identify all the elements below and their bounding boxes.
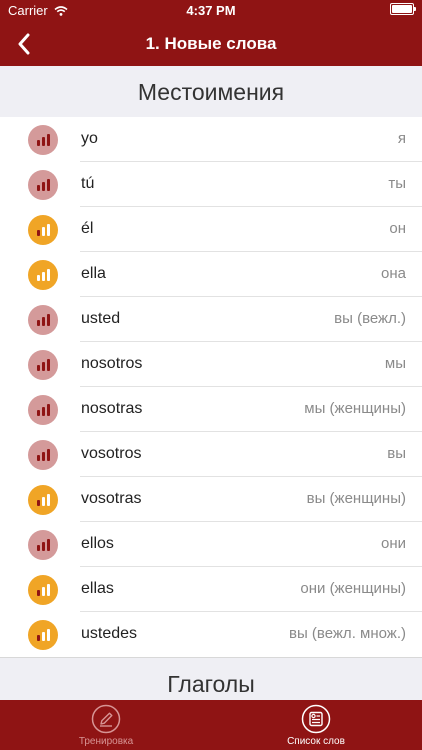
- page-title: 1. Новые слова: [145, 34, 277, 53]
- status-right: [390, 3, 416, 15]
- tab-bar: Тренировка Список слов: [0, 700, 422, 750]
- word-row[interactable]: ellos они: [0, 522, 422, 567]
- section-header-pronouns: Местоимения: [0, 66, 422, 119]
- word-list-icon: [301, 704, 331, 734]
- tab-training-label: Тренировка: [78, 736, 134, 747]
- battery-icon: [390, 3, 416, 15]
- status-bar: Carrier 4:37 PM: [0, 0, 422, 22]
- progress-badge-icon: [28, 305, 58, 335]
- word-text: ellas: [81, 580, 114, 597]
- word-text: ustedes: [81, 625, 138, 642]
- word-list: yo я tú ты él он ella она usted вы (вежл.) nosotro…: [0, 117, 422, 657]
- translation-text: вы (женщины): [306, 490, 406, 507]
- progress-badge-icon: [28, 440, 58, 470]
- word-row[interactable]: usted вы (вежл.): [0, 297, 422, 342]
- word-row[interactable]: nosotras мы (женщины): [0, 387, 422, 432]
- progress-badge-icon: [28, 395, 58, 425]
- word-row[interactable]: vosotras вы (женщины): [0, 477, 422, 522]
- word-text: nosotras: [81, 400, 143, 417]
- progress-badge-icon: [28, 125, 58, 155]
- word-text: tú: [81, 175, 95, 192]
- status-time: 4:37 PM: [186, 3, 236, 18]
- translation-text: я: [397, 130, 406, 147]
- progress-badge-icon: [28, 575, 58, 605]
- progress-badge-icon: [28, 530, 58, 560]
- translation-text: они (женщины): [300, 580, 406, 597]
- progress-badge-icon: [28, 620, 58, 650]
- word-row[interactable]: nosotros мы: [0, 342, 422, 387]
- translation-text: вы (вежл. множ.): [289, 625, 406, 642]
- translation-text: она: [381, 265, 406, 282]
- translation-text: он: [389, 220, 406, 237]
- translation-text: мы: [384, 355, 406, 372]
- word-row[interactable]: ellas они (женщины): [0, 567, 422, 612]
- progress-badge-icon: [28, 485, 58, 515]
- word-text: usted: [81, 310, 121, 327]
- translation-text: мы (женщины): [304, 400, 406, 417]
- translation-text: ты: [388, 175, 406, 192]
- progress-badge-icon: [28, 215, 58, 245]
- word-row[interactable]: yo я: [0, 117, 422, 162]
- word-row[interactable]: vosotros вы: [0, 432, 422, 477]
- translation-text: они: [380, 535, 406, 552]
- word-row[interactable]: ustedes вы (вежл. множ.): [0, 612, 422, 657]
- word-text: ella: [81, 265, 106, 282]
- pencil-icon: [91, 704, 121, 734]
- word-row[interactable]: ella она: [0, 252, 422, 297]
- word-text: ellos: [81, 535, 114, 552]
- word-text: él: [81, 220, 94, 237]
- word-text: vosotras: [81, 490, 142, 507]
- translation-text: вы (вежл.): [334, 310, 406, 327]
- word-text: vosotros: [81, 445, 142, 462]
- progress-badge-icon: [28, 170, 58, 200]
- word-row[interactable]: él он: [0, 207, 422, 252]
- tab-training[interactable]: Тренировка: [36, 700, 176, 750]
- translation-text: вы: [387, 445, 406, 462]
- word-text: nosotros: [81, 355, 143, 372]
- progress-badge-icon: [28, 260, 58, 290]
- word-text: yo: [81, 130, 98, 147]
- tab-word-list-label: Список слов: [287, 736, 345, 747]
- word-row[interactable]: tú ты: [0, 162, 422, 207]
- progress-badge-icon: [28, 350, 58, 380]
- tab-word-list[interactable]: Список слов: [246, 700, 386, 750]
- navigation-bar: 1. Новые слова: [0, 22, 422, 66]
